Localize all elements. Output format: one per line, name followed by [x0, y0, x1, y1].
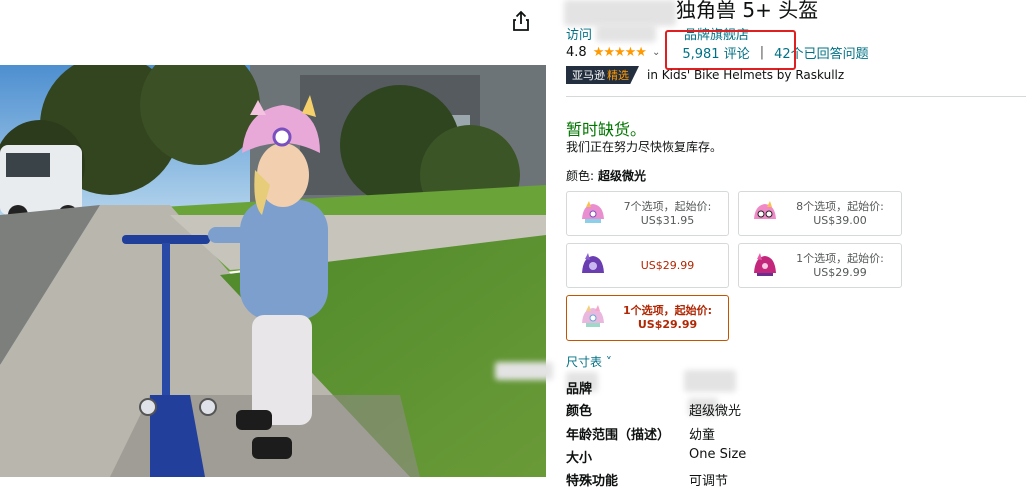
blurred-region — [564, 0, 676, 26]
option-count: 1个选项，起始价: — [796, 252, 884, 265]
helmet-thumbnail — [582, 201, 604, 223]
color-option[interactable]: 7个选项，起始价: US$31.95 — [566, 191, 729, 236]
color-selection-label: 颜色: 超级微光 — [566, 167, 646, 184]
share-icon — [513, 10, 529, 31]
chevron-down-icon[interactable]: ⌄ — [652, 47, 660, 58]
helmet-thumbnail — [754, 201, 776, 219]
choice-category-link[interactable]: in Kids' Bike Helmets by Raskullz — [647, 68, 844, 82]
blurred-region — [684, 370, 736, 392]
stock-status: 暂时缺货。 — [566, 120, 647, 139]
badge-text-accent: 精选 — [607, 69, 629, 82]
spec-key: 特殊功能 — [566, 474, 619, 489]
option-count: 8个选项，起始价: — [796, 200, 884, 213]
store-link-text: 访问 — [566, 28, 593, 43]
helmet-thumbnail — [582, 305, 604, 327]
product-image[interactable] — [0, 65, 546, 477]
option-price: US$29.99 — [640, 259, 695, 272]
spec-key: 颜色 — [566, 404, 593, 419]
option-price: US$31.95 — [640, 214, 695, 227]
color-option[interactable]: US$29.99 — [566, 243, 729, 288]
spec-value: 超级微光 — [689, 404, 742, 419]
color-option-selected[interactable]: 1个选项，起始价: US$29.99 — [566, 295, 729, 341]
blurred-region — [495, 362, 553, 380]
color-value: 超级微光 — [598, 169, 647, 183]
product-title: 独角兽 5+ 头盔 — [676, 0, 819, 22]
divider — [566, 96, 1026, 97]
color-option[interactable]: 8个选项，起始价: US$39.00 — [738, 191, 902, 236]
size-chart-link[interactable]: 尺寸表 ˅ — [566, 353, 612, 370]
rating-value: 4.8 — [566, 44, 587, 60]
spec-value: 幼童 — [689, 428, 716, 443]
color-option[interactable]: 1个选项，起始价: US$29.99 — [738, 243, 902, 288]
spec-key: 品牌 — [566, 382, 593, 397]
option-count: 7个选项，起始价: — [623, 200, 712, 213]
share-button[interactable] — [510, 9, 532, 33]
spec-key: 大小 — [566, 451, 593, 466]
helmet-thumbnail — [754, 253, 776, 276]
option-price: US$29.99 — [637, 318, 698, 331]
helmet-thumbnail — [582, 253, 604, 273]
highlight-box — [665, 30, 796, 70]
star-icon[interactable]: ★★★★★ — [593, 45, 647, 60]
amazon-choice-badge: 亚马逊 精选 — [566, 66, 639, 84]
badge-text: 亚马逊 — [572, 69, 605, 82]
amazon-choice-row: 亚马逊 精选 in Kids' Bike Helmets by Raskullz — [566, 66, 844, 84]
stock-note: 我们正在努力尽快恢复库存。 — [566, 140, 723, 154]
spec-value: 可调节 — [689, 474, 729, 489]
color-label: 颜色: — [566, 169, 595, 183]
option-price: US$39.00 — [813, 214, 867, 227]
spec-key: 年龄范围（描述） — [566, 428, 671, 443]
spec-value: One Size — [689, 447, 747, 462]
option-count: 1个选项，起始价: — [622, 304, 713, 317]
option-price: US$29.99 — [813, 266, 867, 279]
